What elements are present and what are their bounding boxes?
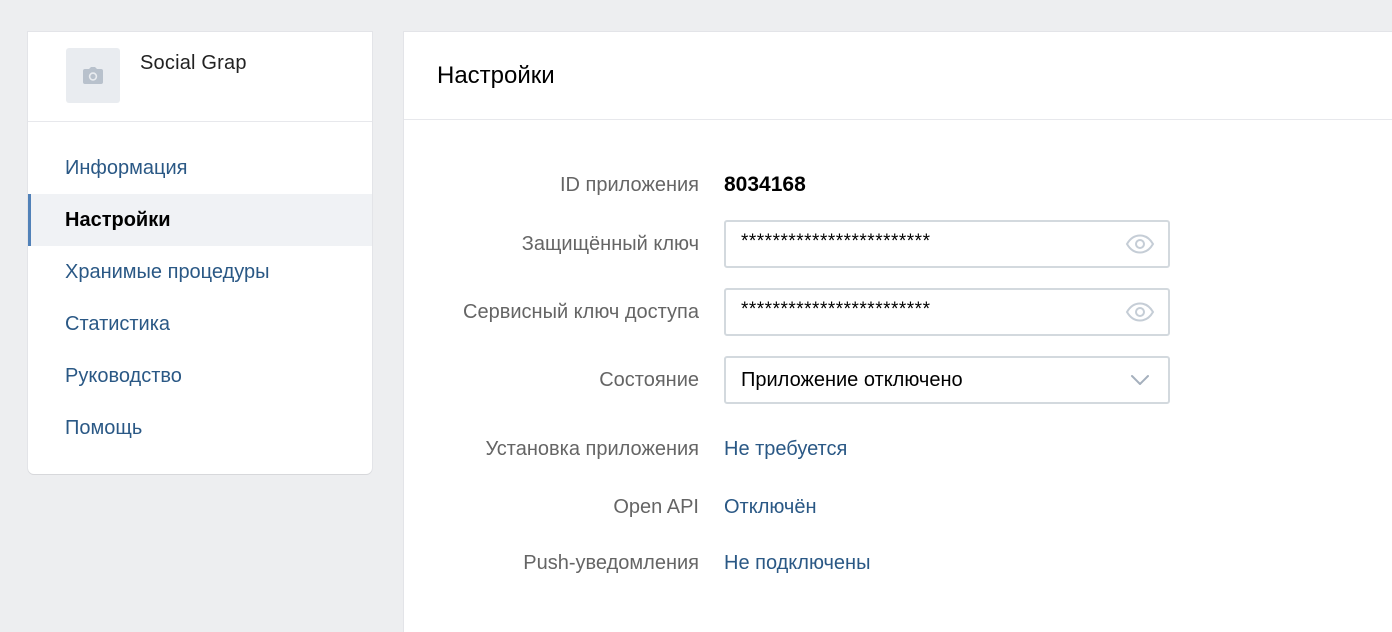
install-label: Установка приложения [485, 437, 699, 460]
secure-key-value: ************************ [741, 231, 931, 252]
sidebar-item-settings[interactable]: Настройки [28, 194, 372, 246]
app-thumbnail[interactable] [66, 48, 120, 103]
push-row: Push-уведомления Не подключены [404, 539, 870, 587]
push-label: Push-уведомления [523, 551, 699, 574]
app-name: Social Grap [140, 52, 247, 74]
service-key-field[interactable]: ************************ [724, 288, 1170, 336]
settings-panel: Настройки ID приложения 8034168 Защищённ… [404, 32, 1392, 632]
open-api-link[interactable]: Отключён [724, 496, 817, 519]
open-api-label: Open API [613, 495, 699, 518]
panel-header: Настройки [404, 32, 1392, 120]
service-key-row: Сервисный ключ доступа *****************… [404, 288, 1170, 336]
eye-icon [1125, 234, 1155, 254]
install-row: Установка приложения Не требуется [404, 425, 847, 473]
chevron-down-icon [1131, 375, 1149, 385]
app-sidebar: Social Grap Информация Настройки Хранимы… [28, 32, 372, 474]
service-key-value: ************************ [741, 299, 931, 320]
state-row: Состояние Приложение отключено [404, 356, 1170, 404]
page-title: Настройки [437, 61, 555, 89]
secure-key-row: Защищённый ключ ************************ [404, 220, 1170, 268]
state-selected-value: Приложение отключено [741, 368, 963, 391]
app-id-label: ID приложения [559, 173, 699, 196]
camera-icon [83, 66, 103, 84]
sidebar-item-statistics[interactable]: Статистика [28, 298, 372, 350]
state-label: Состояние [599, 368, 699, 391]
app-id-value: 8034168 [724, 173, 806, 196]
sidebar-item-guide[interactable]: Руководство [28, 350, 372, 402]
sidebar-nav: Информация Настройки Хранимые процедуры … [28, 142, 372, 454]
secure-key-field[interactable]: ************************ [724, 220, 1170, 268]
sidebar-item-help[interactable]: Помощь [28, 402, 372, 454]
service-key-reveal-button[interactable] [1124, 300, 1156, 324]
app-id-row: ID приложения 8034168 [404, 161, 806, 209]
secure-key-reveal-button[interactable] [1124, 232, 1156, 256]
eye-icon [1125, 302, 1155, 322]
secure-key-label: Защищённый ключ [521, 232, 699, 255]
push-link[interactable]: Не подключены [724, 552, 870, 575]
app-header: Social Grap [28, 32, 372, 122]
sidebar-item-stored-procedures[interactable]: Хранимые процедуры [28, 246, 372, 298]
sidebar-item-info[interactable]: Информация [28, 142, 372, 194]
service-key-label: Сервисный ключ доступа [463, 300, 699, 323]
install-link[interactable]: Не требуется [724, 438, 847, 461]
state-dropdown-toggle[interactable] [1124, 368, 1156, 392]
state-select[interactable]: Приложение отключено [724, 356, 1170, 404]
open-api-row: Open API Отключён [404, 483, 817, 531]
